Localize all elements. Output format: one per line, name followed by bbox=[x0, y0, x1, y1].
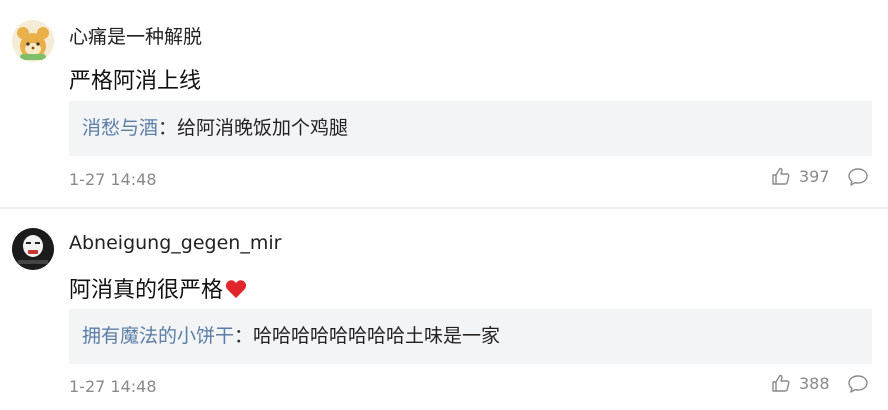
comment-item: 心痛是一种解脱 严格阿消上线 消愁与酒：给阿消晚饭加个鸡腿 1-27 14:48… bbox=[0, 0, 888, 207]
reply-separator: ： bbox=[158, 117, 178, 139]
like-button[interactable]: 388 bbox=[771, 373, 830, 393]
comment-bubble-icon bbox=[848, 375, 868, 393]
reply-button[interactable] bbox=[847, 374, 869, 398]
comment-text: 阿消真的很严格 bbox=[69, 272, 247, 304]
like-count: 397 bbox=[799, 166, 830, 186]
username[interactable]: 心痛是一种解脱 bbox=[69, 22, 202, 49]
reply-box[interactable]: 拥有魔法的小饼干：哈哈哈哈哈哈哈哈土味是一家 bbox=[69, 309, 872, 364]
reply-button[interactable] bbox=[847, 167, 869, 191]
meme-face-avatar-icon bbox=[12, 228, 54, 270]
thumbs-up-icon bbox=[772, 167, 790, 185]
avatar[interactable] bbox=[12, 228, 54, 270]
comment-divider bbox=[0, 207, 888, 209]
username[interactable]: Abneigung_gegen_mir bbox=[69, 232, 281, 254]
reply-separator: ： bbox=[234, 325, 254, 347]
thumbs-up-icon bbox=[772, 374, 790, 392]
comment-text: 严格阿消上线 bbox=[69, 69, 202, 94]
cartoon-avatar-icon bbox=[12, 20, 54, 62]
reply-text: 哈哈哈哈哈哈哈哈土味是一家 bbox=[253, 325, 501, 347]
avatar[interactable] bbox=[12, 20, 54, 62]
reply-username[interactable]: 消愁与酒 bbox=[82, 117, 158, 139]
reply-username[interactable]: 拥有魔法的小饼干 bbox=[82, 325, 234, 347]
like-button[interactable]: 397 bbox=[771, 166, 830, 186]
comment-text-content: 阿消真的很严格 bbox=[69, 278, 224, 303]
comment-timestamp: 1-27 14:48 bbox=[69, 377, 157, 396]
comment-timestamp: 1-27 14:48 bbox=[69, 170, 157, 189]
comment-bubble-icon bbox=[848, 168, 868, 186]
heart-icon bbox=[225, 280, 247, 298]
comment-item: Abneigung_gegen_mir 阿消真的很严格 拥有魔法的小饼干：哈哈哈… bbox=[0, 210, 888, 410]
reply-box[interactable]: 消愁与酒：给阿消晚饭加个鸡腿 bbox=[69, 101, 872, 156]
like-count: 388 bbox=[799, 373, 830, 393]
reply-text: 给阿消晚饭加个鸡腿 bbox=[177, 117, 349, 139]
